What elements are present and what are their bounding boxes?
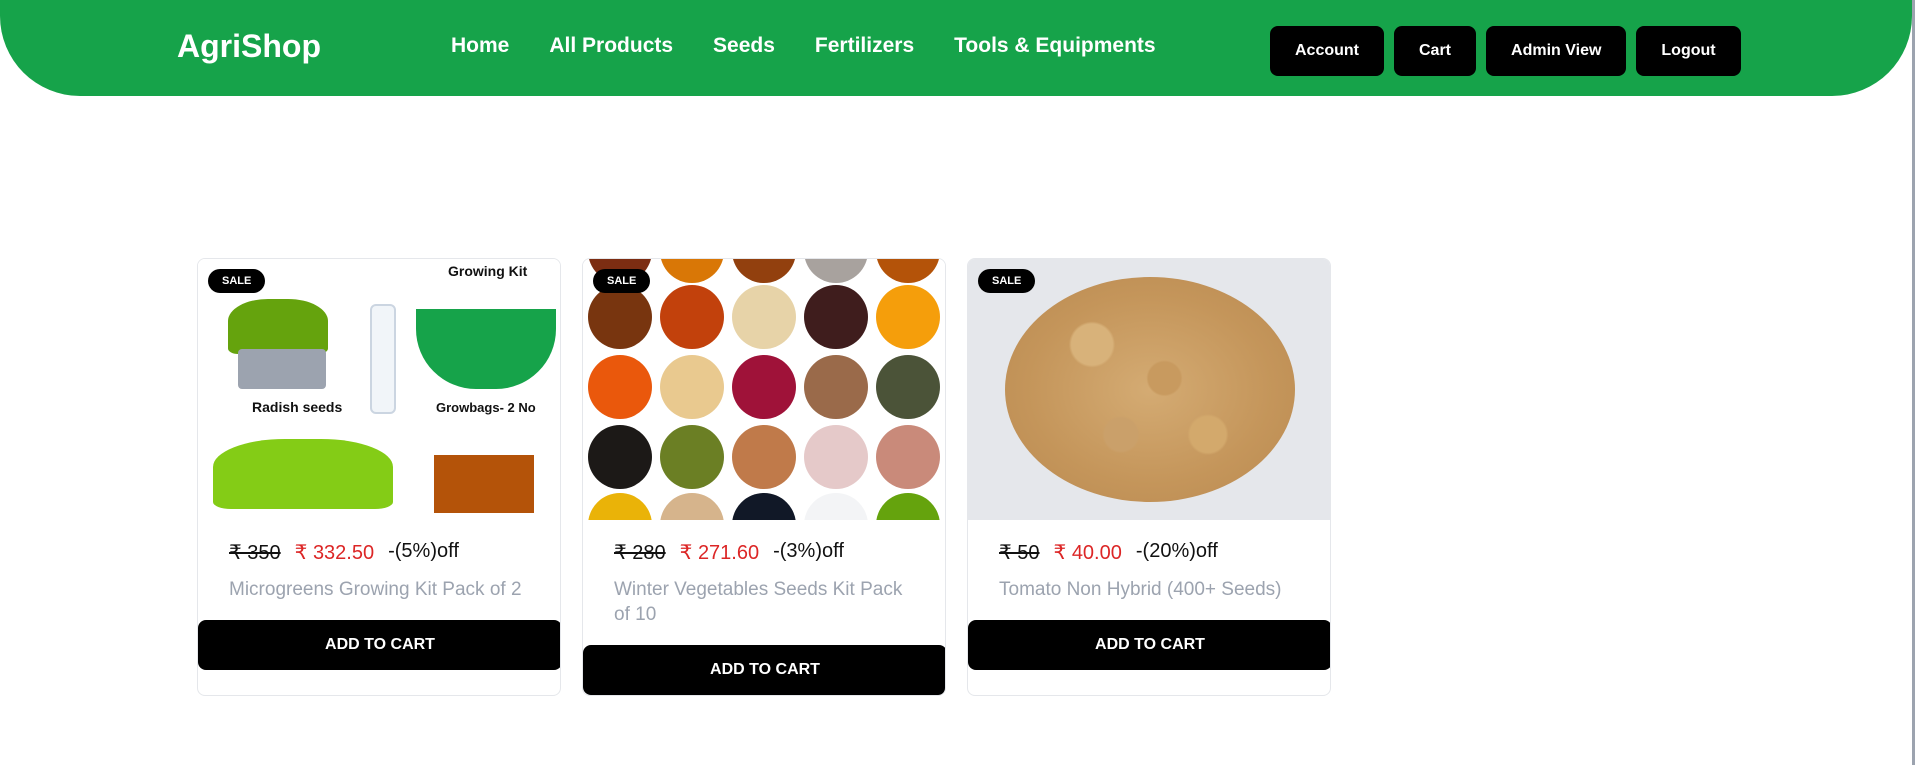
original-price: ₹ 350 xyxy=(229,542,281,564)
seed-bowl xyxy=(660,259,724,283)
product-image[interactable]: SALE xyxy=(968,259,1330,520)
nav-home[interactable]: Home xyxy=(451,34,509,58)
sale-price: ₹ 271.60 xyxy=(679,542,760,564)
header-actions: Account Cart Admin View Logout xyxy=(1270,26,1741,76)
top-navbar: AgriShop Home All Products Seeds Fertili… xyxy=(0,0,1912,96)
seed-bowl xyxy=(876,285,940,349)
seed-bowl xyxy=(876,355,940,419)
seed-bowl xyxy=(588,425,652,489)
seed-bowl xyxy=(804,355,868,419)
seed-bowl xyxy=(588,285,652,349)
logout-button[interactable]: Logout xyxy=(1636,26,1741,76)
seed-bowl xyxy=(660,425,724,489)
sale-badge: SALE xyxy=(978,269,1036,293)
original-price: ₹ 50 xyxy=(999,542,1040,564)
product-grid: SALE Growing Kit Radish seeds Growbags- … xyxy=(197,258,1331,696)
account-button[interactable]: Account xyxy=(1270,26,1384,76)
seed-bowl xyxy=(588,493,652,520)
product-image[interactable]: SALE Growing Kit Radish seeds Growbags- … xyxy=(198,259,560,520)
sale-badge: SALE xyxy=(208,269,266,293)
discount-label: -(5%)off xyxy=(388,540,459,562)
seed-bowl xyxy=(588,355,652,419)
seed-bowl xyxy=(804,425,868,489)
seed-bowl xyxy=(732,425,796,489)
original-price: ₹ 280 xyxy=(614,542,666,564)
coco-block-art xyxy=(434,455,534,513)
seed-bowl xyxy=(660,285,724,349)
seed-bowl xyxy=(804,259,868,283)
seed-bowl xyxy=(660,355,724,419)
add-to-cart-button[interactable]: ADD TO CART xyxy=(198,620,560,670)
sprouts-art xyxy=(228,299,328,354)
nav-seeds[interactable]: Seeds xyxy=(713,34,775,58)
microgreens-art xyxy=(213,439,393,509)
nav-fertilizers[interactable]: Fertilizers xyxy=(815,34,914,58)
image-label-radish-seeds: Radish seeds xyxy=(252,399,343,415)
add-to-cart-button[interactable]: ADD TO CART xyxy=(968,620,1330,670)
seed-bowl xyxy=(732,493,796,520)
discount-label: -(3%)off xyxy=(773,540,844,562)
seed-bowl xyxy=(732,259,796,283)
nav-tools-equipments[interactable]: Tools & Equipments xyxy=(954,34,1155,58)
card-spacer xyxy=(198,670,560,695)
page: AgriShop Home All Products Seeds Fertili… xyxy=(0,0,1915,765)
seed-bowl xyxy=(804,285,868,349)
seed-bowl xyxy=(876,493,940,520)
admin-view-button[interactable]: Admin View xyxy=(1486,26,1627,76)
price-row: ₹ 50 ₹ 40.00 -(20%)off xyxy=(999,540,1330,565)
image-label-growbags: Growbags- 2 No xyxy=(436,400,536,415)
product-card: SALE ₹ 280 ₹ 271.60 -(3%)off Winter Vege… xyxy=(582,258,946,696)
card-spacer xyxy=(968,670,1330,695)
sale-badge: SALE xyxy=(593,269,651,293)
sale-price: ₹ 40.00 xyxy=(1053,542,1122,564)
nav-all-products[interactable]: All Products xyxy=(549,34,673,58)
product-card: SALE Growing Kit Radish seeds Growbags- … xyxy=(197,258,561,696)
main-nav: Home All Products Seeds Fertilizers Tool… xyxy=(451,34,1156,58)
seed-bowl xyxy=(732,285,796,349)
growbag-art xyxy=(416,309,556,389)
cart-button[interactable]: Cart xyxy=(1394,26,1477,76)
product-image[interactable]: SALE xyxy=(583,259,945,520)
discount-label: -(20%)off xyxy=(1135,540,1218,562)
price-row: ₹ 280 ₹ 271.60 -(3%)off xyxy=(614,540,945,565)
product-title[interactable]: Winter Vegetables Seeds Kit Pack of 10 xyxy=(614,577,914,627)
tray-art xyxy=(238,349,326,389)
seed-pile-art xyxy=(1005,277,1295,502)
seed-bowl xyxy=(732,355,796,419)
product-title[interactable]: Tomato Non Hybrid (400+ Seeds) xyxy=(999,577,1299,602)
product-title[interactable]: Microgreens Growing Kit Pack of 2 xyxy=(229,577,529,602)
seed-bowl xyxy=(876,259,940,283)
brand-logo[interactable]: AgriShop xyxy=(177,28,321,65)
seed-bowl xyxy=(876,425,940,489)
product-card: SALE ₹ 50 ₹ 40.00 -(20%)off Tomato Non H… xyxy=(967,258,1331,696)
image-label-growing-kit: Growing Kit xyxy=(448,263,528,279)
price-row: ₹ 350 ₹ 332.50 -(5%)off xyxy=(229,540,560,565)
spray-bottle-art xyxy=(370,304,396,414)
seed-bowl xyxy=(660,493,724,520)
add-to-cart-button[interactable]: ADD TO CART xyxy=(583,645,945,695)
seed-bowl xyxy=(804,493,868,520)
sale-price: ₹ 332.50 xyxy=(294,542,375,564)
